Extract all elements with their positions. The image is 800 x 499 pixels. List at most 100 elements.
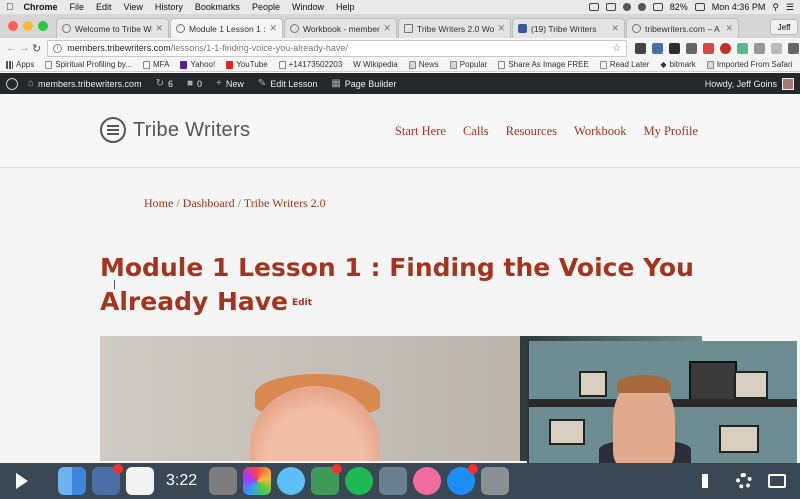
nav-start-here[interactable]: Start Here	[395, 124, 446, 139]
close-icon[interactable]: ✕	[269, 23, 277, 34]
extension-icon[interactable]	[754, 42, 766, 54]
spotify-icon[interactable]	[345, 467, 374, 495]
info-icon[interactable]: i	[53, 43, 63, 53]
pinterest-icon[interactable]	[720, 42, 732, 54]
reload-icon[interactable]: ↻	[32, 42, 41, 55]
nav-resources[interactable]: Resources	[506, 124, 557, 139]
bookmark-item[interactable]: Spiritual Profiling by...	[45, 60, 132, 69]
nav-workbook[interactable]: Workbook	[574, 124, 626, 139]
close-icon[interactable]: ✕	[725, 23, 733, 34]
bookmark-apps[interactable]: Apps	[6, 60, 34, 69]
back-icon[interactable]: ←	[6, 42, 17, 54]
tab-welcome[interactable]: Welcome to Tribe Writ ✕	[56, 18, 169, 38]
calendar-icon[interactable]	[126, 467, 154, 495]
close-icon[interactable]: ✕	[611, 23, 619, 34]
tab-tribewriters[interactable]: tribewriters.com – A W ✕	[626, 18, 739, 38]
menu-people[interactable]: People	[252, 2, 280, 12]
menu-history[interactable]: History	[155, 2, 183, 12]
bookmark-item[interactable]: ◆ bitmark	[660, 60, 695, 69]
site-logo[interactable]: Tribe Writers	[100, 117, 250, 143]
menu-window[interactable]: Window	[292, 2, 324, 12]
wp-new[interactable]: + New	[216, 78, 244, 89]
breadcrumb-course[interactable]: Tribe Writers 2.0	[244, 196, 326, 210]
bookmark-folder[interactable]: Imported From Safari	[706, 60, 792, 69]
play-button[interactable]	[0, 463, 44, 499]
extension-icon[interactable]	[635, 42, 647, 54]
app-icon[interactable]	[311, 464, 343, 495]
volume-icon[interactable]	[702, 474, 720, 488]
bookmark-item[interactable]: Read Later	[599, 60, 649, 69]
spotlight-icon[interactable]: ⚲	[772, 2, 779, 13]
extension-icon[interactable]	[652, 42, 664, 54]
wifi-icon[interactable]	[652, 3, 663, 11]
menu-clock[interactable]: Mon 4:36 PM	[712, 2, 766, 12]
wordpress-icon[interactable]	[6, 77, 18, 90]
close-icon[interactable]: ✕	[497, 23, 505, 34]
extension-icon[interactable]	[737, 42, 749, 54]
itunes-icon[interactable]	[413, 467, 442, 495]
close-window-button[interactable]	[8, 21, 18, 31]
bookmark-item[interactable]: MFA	[143, 60, 169, 69]
menu-icon[interactable]	[788, 42, 800, 54]
app-icon[interactable]	[481, 467, 510, 495]
breadcrumb-home[interactable]: Home	[144, 196, 173, 210]
bookmark-item[interactable]: Share As Image FREE	[498, 60, 589, 69]
bookmark-folder[interactable]: Popular	[449, 60, 487, 69]
messages-icon[interactable]	[277, 467, 306, 495]
address-bar[interactable]: i members.tribewriters.com/lessons/1-1-f…	[47, 39, 628, 57]
wp-page-builder[interactable]: ▦ Page Builder	[331, 78, 396, 89]
photos-icon[interactable]	[243, 467, 272, 495]
tab-workbook[interactable]: Workbook - members.t ✕	[284, 18, 397, 38]
close-icon[interactable]: ✕	[155, 23, 163, 34]
camera-icon[interactable]	[605, 3, 616, 11]
edit-link[interactable]: Edit	[292, 298, 312, 308]
menu-file[interactable]: File	[70, 2, 85, 12]
extension-icon[interactable]	[669, 42, 681, 54]
extension-icon[interactable]	[686, 42, 698, 54]
minimize-window-button[interactable]	[23, 21, 33, 31]
tab-facebook[interactable]: (19) Tribe Writers ✕	[512, 18, 625, 38]
extension-icon[interactable]	[703, 42, 715, 54]
bookmark-star-icon[interactable]: ☆	[612, 43, 621, 54]
app-icon[interactable]	[92, 464, 123, 495]
profile-button[interactable]: Jeff	[770, 19, 798, 35]
menu-app-name[interactable]: Chrome	[24, 2, 58, 12]
extension-icon[interactable]	[771, 42, 783, 54]
tab-module-lesson[interactable]: Module 1 Lesson 1 : Fi ✕	[170, 18, 283, 38]
notification-center-icon[interactable]: ☰	[786, 2, 794, 13]
finder-icon[interactable]	[58, 467, 86, 495]
wp-site-link[interactable]: ⌂ members.tribewriters.com	[28, 78, 142, 89]
battery-percent[interactable]: 82%	[670, 2, 688, 12]
menu-edit[interactable]: Edit	[96, 2, 112, 12]
bookmark-item[interactable]: Yahoo!	[180, 60, 215, 69]
dropbox-icon[interactable]	[588, 3, 599, 11]
bookmark-item[interactable]: YouTube	[226, 60, 268, 69]
wp-updates[interactable]: ↻ 6	[156, 78, 173, 89]
gear-icon[interactable]	[736, 473, 752, 489]
sync-icon[interactable]	[622, 3, 631, 11]
forward-icon[interactable]: →	[19, 42, 30, 54]
menu-view[interactable]: View	[124, 2, 143, 12]
clock-icon[interactable]	[637, 3, 646, 11]
fullscreen-icon[interactable]	[768, 474, 786, 488]
menu-bookmarks[interactable]: Bookmarks	[195, 2, 240, 12]
app-store-icon[interactable]	[447, 464, 479, 495]
bookmark-folder[interactable]: News	[408, 60, 439, 69]
app-icon[interactable]	[209, 467, 238, 495]
breadcrumb-dashboard[interactable]: Dashboard	[183, 196, 235, 210]
menu-help[interactable]: Help	[336, 2, 355, 12]
wp-edit-lesson[interactable]: ✎ Edit Lesson	[258, 78, 317, 89]
close-icon[interactable]: ✕	[383, 23, 391, 34]
zoom-window-button[interactable]	[38, 21, 48, 31]
tab-workbook-doc[interactable]: Tribe Writers 2.0 Work ✕	[398, 18, 511, 38]
shelf-frame	[719, 425, 759, 453]
wp-comments[interactable]: ■ 0	[187, 78, 202, 89]
nav-calls[interactable]: Calls	[463, 124, 489, 139]
app-icon[interactable]	[379, 467, 408, 495]
battery-icon[interactable]	[694, 3, 705, 11]
apple-icon[interactable]: 	[6, 2, 14, 13]
nav-my-profile[interactable]: My Profile	[643, 124, 698, 139]
wp-account[interactable]: Howdy, Jeff Goins	[705, 77, 794, 90]
bookmark-item[interactable]: +14173502203	[278, 60, 342, 69]
bookmark-item[interactable]: W Wikipedia	[353, 60, 397, 69]
